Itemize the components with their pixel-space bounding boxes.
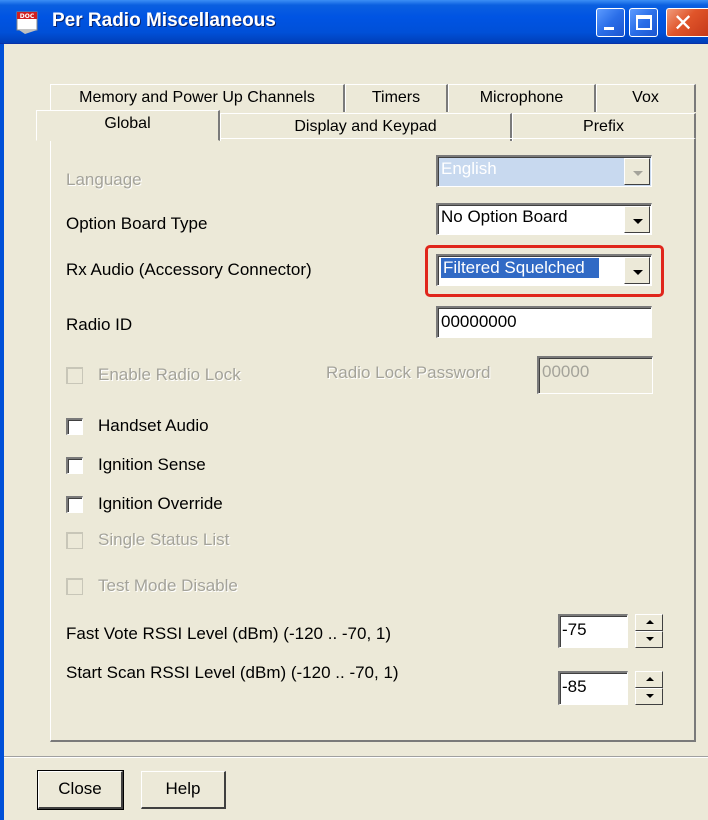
- radio-lock-password-label: Radio Lock Password: [326, 363, 491, 382]
- spin-up-button[interactable]: [635, 614, 663, 631]
- rx-audio-select[interactable]: Filtered Squelched: [436, 254, 652, 286]
- tab-timers[interactable]: Timers: [345, 84, 448, 112]
- ignition-sense-checkbox[interactable]: [66, 457, 83, 474]
- handset-audio-label: Handset Audio: [98, 416, 209, 435]
- tab-global[interactable]: Global: [36, 110, 220, 141]
- maximize-button[interactable]: [629, 8, 658, 37]
- fast-vote-rssi-spin-buttons[interactable]: [635, 614, 663, 648]
- close-icon: ✕: [673, 9, 694, 37]
- option-board-select[interactable]: No Option Board: [436, 203, 652, 235]
- ignition-override-label: Ignition Override: [98, 494, 223, 513]
- fast-vote-rssi-value: -75: [562, 620, 587, 639]
- tab-microphone[interactable]: Microphone: [448, 84, 596, 112]
- tab-prefix[interactable]: Prefix: [512, 113, 696, 141]
- handset-audio-checkbox[interactable]: [66, 418, 83, 435]
- minimize-button[interactable]: [596, 8, 625, 37]
- ignition-sense-label: Ignition Sense: [98, 455, 206, 474]
- single-status-list-checkbox[interactable]: [66, 532, 83, 549]
- minimize-icon: [604, 27, 614, 30]
- radio-id-value: 00000000: [441, 312, 517, 331]
- help-button[interactable]: Help: [141, 771, 226, 809]
- fast-vote-rssi-label: Fast Vote RSSI Level (dBm) (-120 .. -70,…: [66, 624, 392, 643]
- language-value: English: [441, 159, 497, 178]
- chevron-down-icon[interactable]: [624, 257, 650, 284]
- chevron-down-icon[interactable]: [624, 206, 650, 233]
- start-scan-rssi-label: Start Scan RSSI Level (dBm) (-120 .. -70…: [66, 663, 399, 682]
- spin-down-button[interactable]: [635, 688, 663, 705]
- window-title: Per Radio Miscellaneous: [52, 10, 276, 31]
- option-board-label: Option Board Type: [66, 214, 208, 233]
- svg-text:DOC: DOC: [20, 13, 35, 20]
- tab-vox[interactable]: Vox: [596, 84, 696, 112]
- option-board-value: No Option Board: [441, 207, 568, 226]
- language-select[interactable]: English: [436, 155, 652, 187]
- radio-lock-password-field[interactable]: 00000: [537, 356, 653, 394]
- close-button[interactable]: Close: [37, 770, 124, 810]
- start-scan-rssi-value: -85: [562, 677, 587, 696]
- ignition-override-checkbox[interactable]: [66, 496, 83, 513]
- radio-lock-password-value: 00000: [542, 362, 590, 381]
- close-window-button[interactable]: ✕: [666, 8, 708, 37]
- radio-id-label: Radio ID: [66, 315, 133, 334]
- chevron-down-icon: [646, 694, 654, 698]
- rx-audio-value: Filtered Squelched: [440, 257, 600, 279]
- start-scan-rssi-stepper[interactable]: -85: [558, 671, 630, 705]
- test-mode-disable-checkbox[interactable]: [66, 578, 83, 595]
- maximize-icon: [636, 15, 652, 30]
- chevron-up-icon: [646, 620, 654, 624]
- start-scan-rssi-field[interactable]: -85: [558, 671, 628, 705]
- tab-display-keypad[interactable]: Display and Keypad: [220, 113, 512, 141]
- doc-icon[interactable]: DOC: [15, 9, 41, 35]
- language-label: Language: [66, 170, 142, 189]
- chevron-down-icon: [646, 637, 654, 641]
- footer-separator: [4, 756, 708, 758]
- spin-down-button[interactable]: [635, 631, 663, 648]
- radio-id-field[interactable]: 00000000: [436, 306, 652, 338]
- rx-audio-label: Rx Audio (Accessory Connector): [66, 260, 312, 279]
- single-status-list-label: Single Status List: [98, 530, 230, 549]
- start-scan-rssi-spin-buttons[interactable]: [635, 671, 663, 705]
- test-mode-disable-label: Test Mode Disable: [98, 576, 238, 595]
- tab-memory-power-up[interactable]: Memory and Power Up Channels: [50, 84, 345, 112]
- chevron-up-icon: [646, 677, 654, 681]
- chevron-down-icon[interactable]: [624, 158, 650, 185]
- fast-vote-rssi-field[interactable]: -75: [558, 614, 628, 648]
- fast-vote-rssi-stepper[interactable]: -75: [558, 614, 630, 648]
- enable-radio-lock-label: Enable Radio Lock: [98, 365, 241, 384]
- spin-up-button[interactable]: [635, 671, 663, 688]
- enable-radio-lock-checkbox[interactable]: [66, 367, 83, 384]
- title-bar[interactable]: DOC Per Radio Miscellaneous ✕: [0, 0, 708, 44]
